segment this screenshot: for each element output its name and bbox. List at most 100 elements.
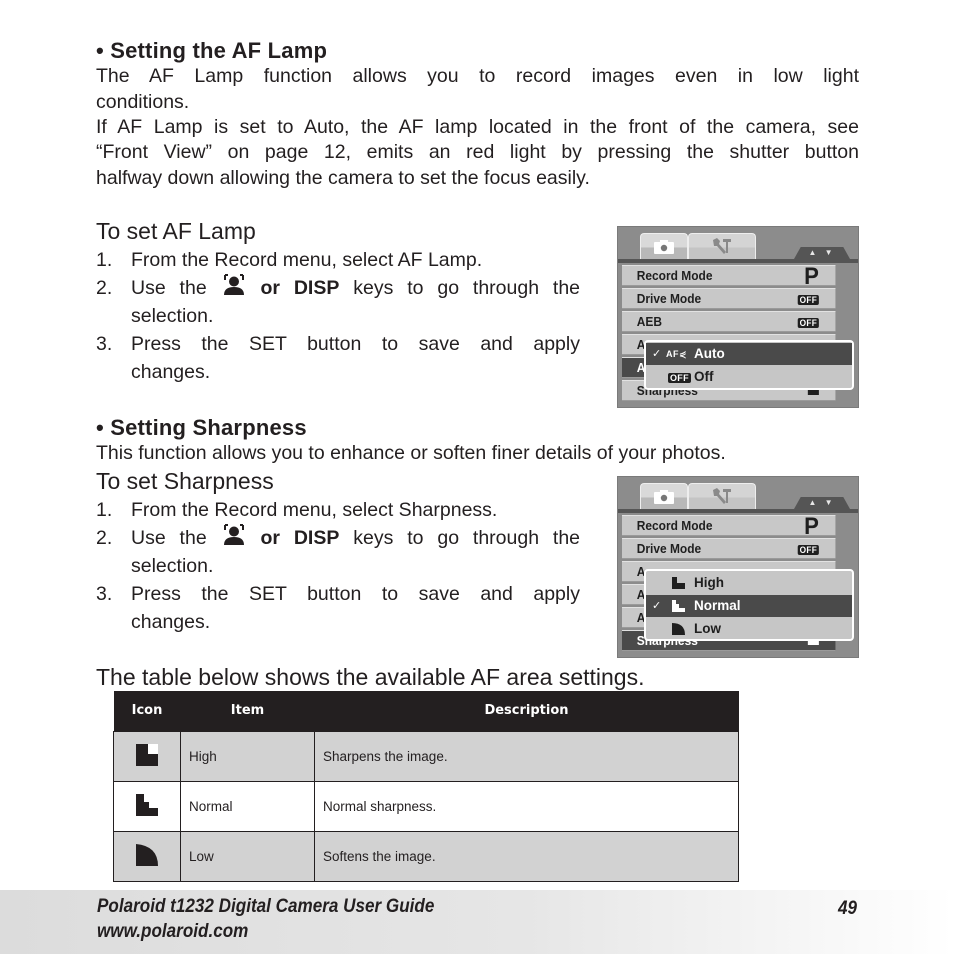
af-assist-icon: AF⋞: [666, 349, 688, 359]
step-text: Press the SET button to save and apply: [131, 583, 580, 605]
sharpness-low-icon: [672, 623, 685, 635]
table-row: Low Softens the image.: [113, 830, 739, 882]
menu-row-aeb[interactable]: AEB OFF: [622, 311, 836, 332]
option-label: Normal: [694, 598, 741, 613]
check-icon: ✓: [652, 348, 662, 360]
step-number: 3.: [96, 583, 113, 605]
step-number: 1.: [96, 249, 113, 271]
step-text: From the Record menu, select Sharpness.: [131, 499, 498, 521]
step-text: From the Record menu, select AF Lamp.: [131, 249, 483, 271]
table-intro: The table below shows the available AF a…: [96, 664, 645, 690]
af-para2-line3: halfway down allowing the camera to set …: [96, 167, 590, 189]
heading-af-lamp: • Setting the AF Lamp: [96, 38, 327, 64]
option-off[interactable]: OFF Off: [646, 366, 852, 388]
option-label: High: [694, 575, 724, 590]
key-name: or DISP: [260, 277, 340, 299]
website-link[interactable]: www.polaroid.com: [97, 920, 248, 944]
step-2: 2. Use the or DISP keys to go through th…: [96, 524, 580, 552]
option-label: Low: [694, 621, 721, 636]
row-label: AEB: [636, 314, 662, 329]
step-2-cont: selection.: [96, 552, 580, 580]
menu-divider: [618, 259, 858, 263]
row-label: Record Mode: [636, 268, 713, 283]
sharpness-steps: 1. From the Record menu, select Sharpnes…: [96, 496, 580, 636]
sharpness-normal-icon: [672, 600, 685, 612]
menu-row-record-mode[interactable]: Record Mode P: [622, 515, 836, 539]
camera-icon: [654, 490, 674, 504]
step-text: selection.: [131, 305, 214, 327]
camera-menu-af-lamp: ▲ ▼ Record Mode P Drive Mode OFF AEB OFF A …: [617, 226, 859, 408]
tools-icon: [713, 488, 731, 504]
step-1: 1. From the Record menu, select AF Lamp.: [96, 246, 580, 274]
sharpness-high-icon: [672, 577, 685, 589]
icon-cell: [113, 780, 181, 832]
bullet: •: [96, 38, 104, 63]
heading-sharpness: • Setting Sharpness: [96, 415, 307, 441]
scroll-arrows-icon[interactable]: ▲ ▼: [794, 497, 850, 509]
col-header-item: Item: [180, 691, 315, 731]
step-text-pre: Use the: [131, 527, 207, 549]
icon-cell: [113, 830, 181, 882]
step-text: Use the or DISP keys to go through the: [131, 274, 580, 302]
row-label: Record Mode: [636, 518, 713, 533]
heading-text: Setting the AF Lamp: [110, 38, 328, 63]
af-para2-line1: If AF Lamp is set to Auto, the AF lamp l…: [96, 116, 859, 138]
sharpness-low-icon: [136, 843, 158, 866]
step-text: selection.: [131, 555, 214, 577]
tab-record[interactable]: [640, 233, 688, 259]
option-low[interactable]: Low: [646, 618, 852, 640]
tab-setup[interactable]: [688, 233, 756, 259]
sharpness-para: This function allows you to enhance or s…: [96, 442, 726, 464]
step-text: Use the or DISP keys to go through the: [131, 524, 580, 552]
step-text: changes.: [131, 611, 211, 633]
step-2-cont: selection.: [96, 302, 580, 330]
off-icon: OFF: [797, 545, 819, 555]
scroll-arrows-icon[interactable]: ▲ ▼: [794, 247, 850, 259]
menu-row-record-mode[interactable]: Record Mode P: [622, 265, 836, 289]
sharpness-table: Icon Item Description High Sharpens the …: [113, 691, 739, 882]
table-header-row: Icon Item Description: [113, 691, 739, 731]
col-header-description: Description: [314, 691, 739, 731]
step-1: 1. From the Record menu, select Sharpnes…: [96, 496, 580, 524]
item-cell: Normal: [180, 780, 315, 832]
howto-af-lamp-title: To set AF Lamp: [96, 218, 256, 244]
step-3: 3. Press the SET button to save and appl…: [96, 580, 580, 608]
off-icon: OFF: [797, 295, 819, 305]
step-3: 3. Press the SET button to save and appl…: [96, 330, 580, 358]
bullet: •: [96, 415, 104, 440]
step-text-pre: Use the: [131, 277, 207, 299]
menu-row-drive-mode[interactable]: Drive Mode OFF: [622, 288, 836, 309]
option-auto[interactable]: ✓ AF⋞ Auto: [646, 343, 852, 365]
sharpness-high-icon: [136, 743, 158, 766]
step-number: 3.: [96, 333, 113, 355]
menu-row-drive-mode[interactable]: Drive Mode OFF: [622, 538, 836, 559]
table-row: Normal Normal sharpness.: [113, 780, 739, 832]
page-footer: Polaroid t1232 Digital Camera User Guide…: [0, 890, 954, 954]
step-3-cont: changes.: [96, 608, 580, 636]
page-number: 49: [838, 898, 858, 919]
check-icon: ✓: [652, 600, 662, 612]
howto-sharpness-title: To set Sharpness: [96, 468, 274, 494]
sharpness-normal-icon: [136, 793, 158, 816]
face-detect-key-icon: [223, 274, 244, 295]
menu-divider: [618, 509, 858, 513]
row-label: Drive Mode: [636, 291, 702, 306]
step-number: 1.: [96, 499, 113, 521]
tab-record[interactable]: [640, 483, 688, 509]
step-text: Press the SET button to save and apply: [131, 333, 580, 355]
off-icon: OFF: [797, 318, 819, 328]
item-cell: High: [180, 730, 315, 782]
step-text-post: keys to go through the: [353, 277, 581, 299]
step-text: changes.: [131, 361, 211, 383]
camera-menu-sharpness: ▲ ▼ Record ModeP Drive ModeOFF A A A Sha…: [617, 476, 859, 658]
col-header-icon: Icon: [113, 691, 181, 731]
option-label: Auto: [694, 346, 725, 361]
icon-cell: [113, 730, 181, 782]
guide-title: Polaroid t1232 Digital Camera User Guide: [97, 896, 435, 917]
option-high[interactable]: High: [646, 572, 852, 594]
heading-text: Setting Sharpness: [110, 415, 307, 440]
row-label: Drive Mode: [636, 541, 702, 556]
tab-setup[interactable]: [688, 483, 756, 509]
option-normal[interactable]: ✓ Normal: [646, 595, 852, 617]
af-para1-line1: The AF Lamp function allows you to recor…: [96, 65, 859, 87]
